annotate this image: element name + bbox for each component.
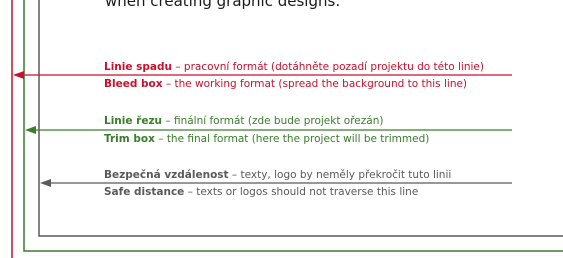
- bleed-label-en: Bleed box – the working format (spread t…: [104, 78, 467, 91]
- trim-term-en: Trim box: [104, 133, 155, 145]
- bleed-term-en: Bleed box: [104, 78, 163, 90]
- trim-desc-cz: – finální formát (zde bude projekt ořezá…: [162, 115, 384, 127]
- safe-label-en: Safe distance – texts or logos should no…: [104, 186, 418, 199]
- safe-term-cz: Bezpečná vzdálenost: [104, 169, 229, 181]
- bleed-arrow-head: [13, 71, 24, 79]
- intro-heading: when creating graphic designs:: [105, 0, 341, 10]
- bleed-desc-cz: – pracovní formát (dotáhněte pozadí proj…: [171, 61, 484, 73]
- trim-label-cz: Linie řezu – finální formát (zde bude pr…: [104, 115, 383, 128]
- trim-term-cz: Linie řezu: [104, 115, 163, 127]
- safe-term-en: Safe distance: [104, 186, 185, 198]
- safe-desc-cz: – texty, logo by neměly překročit tuto l…: [228, 169, 452, 181]
- trim-arrow-head: [25, 126, 36, 134]
- margins-diagram: [11, 0, 563, 258]
- bleed-desc-en: – the working format (spread the backgro…: [162, 78, 468, 90]
- safe-label-cz: Bezpečná vzdálenost – texty, logo by nem…: [104, 169, 451, 182]
- bleed-term-cz: Linie spadu: [104, 61, 172, 73]
- safe-desc-en: – texts or logos should not traverse thi…: [184, 186, 419, 198]
- safe-arrow-head: [40, 179, 51, 187]
- bleed-label-cz: Linie spadu – pracovní formát (dotáhněte…: [104, 61, 484, 74]
- trim-desc-en: – the final format (here the project wil…: [154, 133, 430, 145]
- trim-label-en: Trim box – the final format (here the pr…: [104, 133, 429, 146]
